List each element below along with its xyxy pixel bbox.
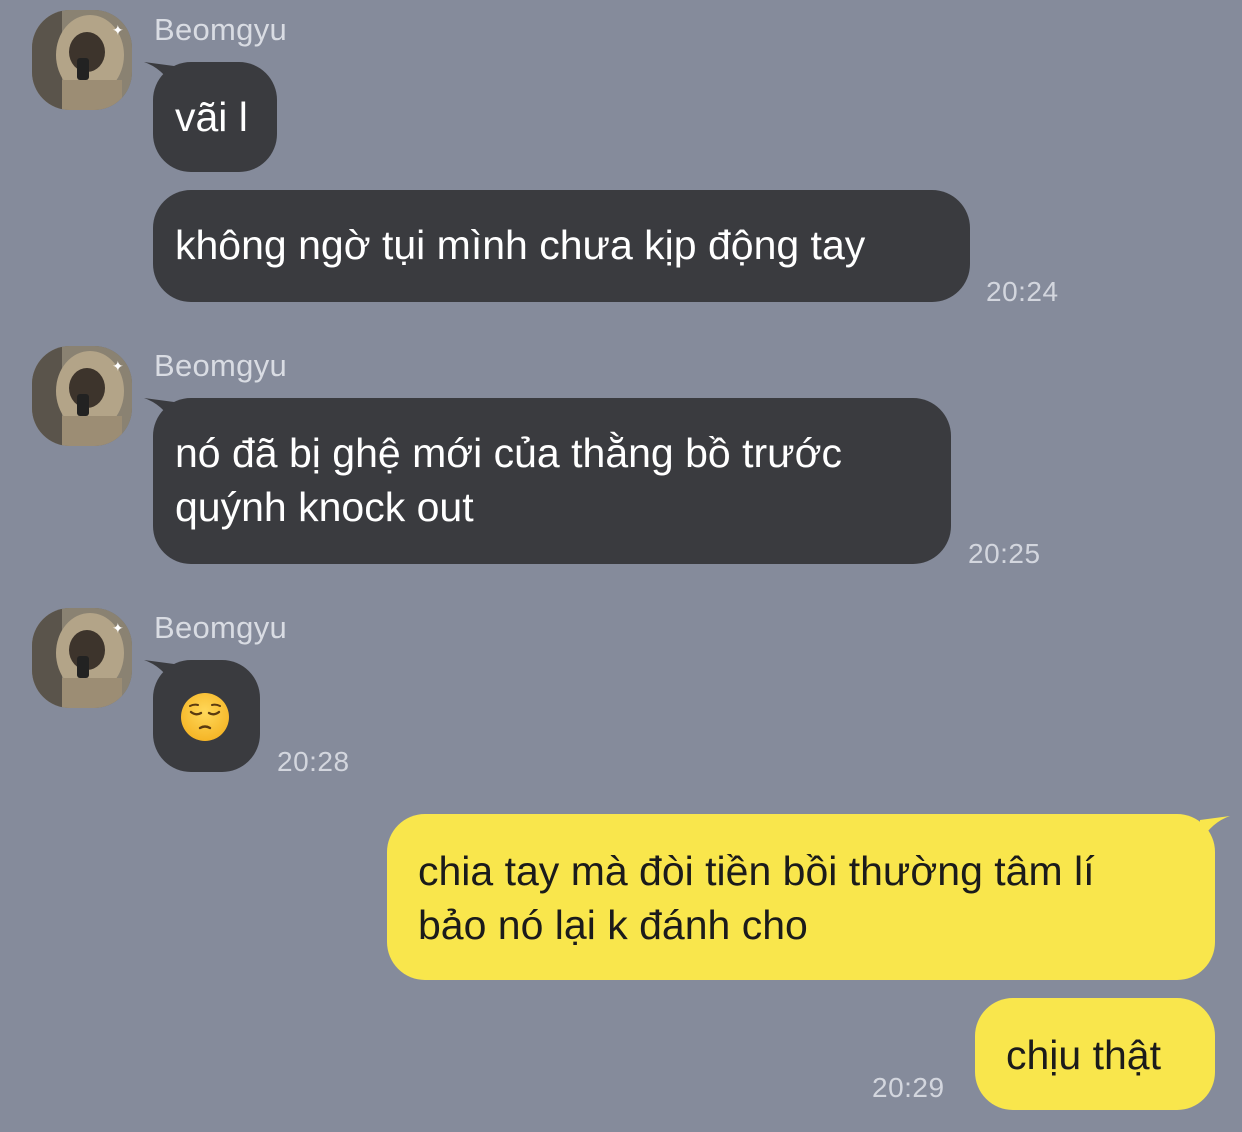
- profile-photo-icon: ✦: [32, 10, 132, 110]
- avatar[interactable]: ✦: [32, 608, 132, 708]
- message-bubble[interactable]: vãi l: [153, 62, 277, 172]
- timestamp: 20:24: [986, 276, 1059, 307]
- my-message-bubble[interactable]: chịu thật: [975, 998, 1215, 1110]
- sender-name: Beomgyu: [154, 610, 288, 645]
- message-text: chịu thật: [1006, 1032, 1161, 1078]
- timestamp: 20:29: [872, 1072, 945, 1103]
- svg-text:✦: ✦: [112, 22, 124, 38]
- timestamp: 20:28: [277, 746, 350, 777]
- message-bubble[interactable]: [153, 660, 260, 772]
- sender-name: Beomgyu: [154, 12, 288, 47]
- message-bubble[interactable]: không ngờ tụi mình chưa kịp động tay: [153, 190, 970, 302]
- profile-photo-icon: ✦: [32, 608, 132, 708]
- avatar[interactable]: ✦: [32, 10, 132, 110]
- message-text-line: quýnh knock out: [175, 484, 474, 530]
- timestamp: 20:25: [968, 538, 1041, 569]
- message-text-line: nó đã bị ghệ mới của thằng bồ trước: [175, 430, 842, 476]
- avatar[interactable]: ✦: [32, 346, 132, 446]
- message-bubble[interactable]: nó đã bị ghệ mới của thằng bồ trước quýn…: [153, 398, 951, 564]
- profile-photo-icon: ✦: [32, 346, 132, 446]
- my-message-bubble[interactable]: chia tay mà đòi tiền bồi thường tâm lí b…: [387, 814, 1215, 980]
- message-text-line: chia tay mà đòi tiền bồi thường tâm lí: [418, 848, 1095, 894]
- message-text-line: bảo nó lại k đánh cho: [418, 902, 808, 948]
- message-text: không ngờ tụi mình chưa kịp động tay: [175, 222, 866, 268]
- message-text: vãi l: [175, 94, 248, 140]
- sender-name: Beomgyu: [154, 348, 288, 383]
- svg-text:✦: ✦: [112, 358, 124, 374]
- pensive-face-icon: [181, 693, 229, 741]
- svg-text:✦: ✦: [112, 620, 124, 636]
